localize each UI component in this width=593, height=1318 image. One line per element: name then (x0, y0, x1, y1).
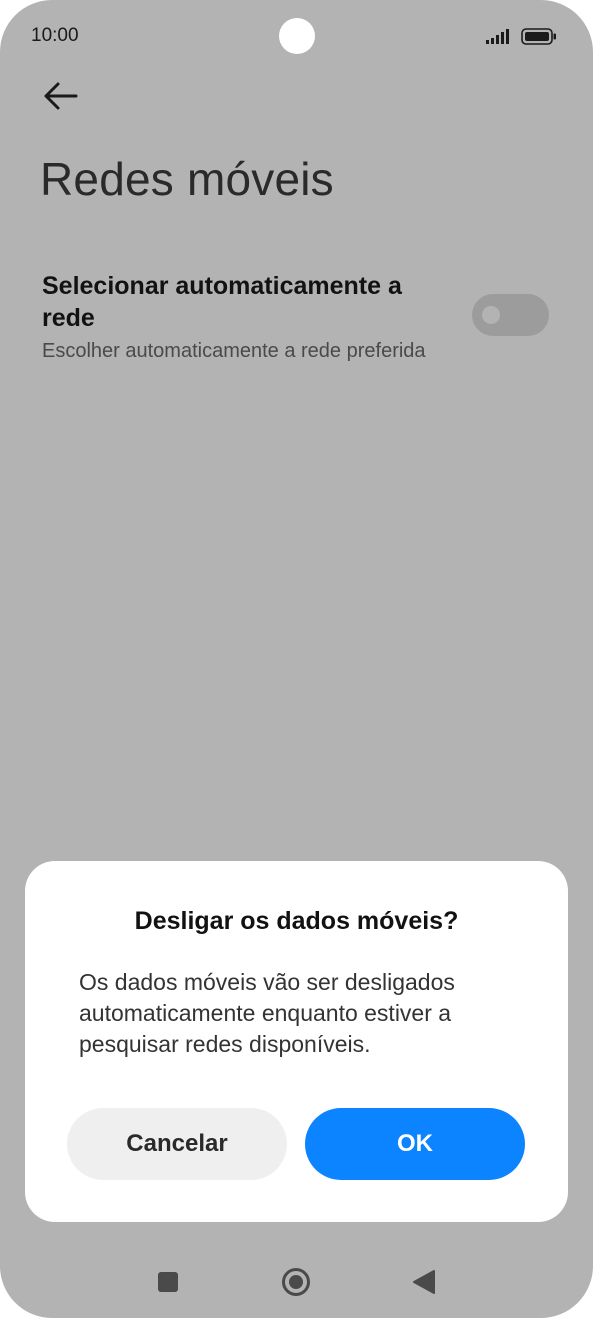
home-circle-icon[interactable] (281, 1267, 311, 1297)
page-title: Redes móveis (40, 153, 334, 205)
dialog-message: Os dados móveis vão ser desligados autom… (79, 969, 455, 1057)
camera-cutout (279, 18, 315, 54)
arrow-left-icon[interactable] (40, 78, 80, 114)
dialog-title: Desligar os dados móveis? (134, 907, 459, 935)
setting-auto-select-network[interactable]: Selecionar automaticamente a rede Escolh… (42, 270, 562, 370)
phone-screen: 10:00 Redes móveis Selecionar automatica… (0, 0, 593, 1318)
setting-subtitle: Escolher automaticamente a rede preferid… (42, 340, 426, 362)
setting-title: Selecionar automaticamente a rede (42, 272, 402, 332)
status-time: 10:00 (31, 25, 79, 46)
ok-button[interactable]: OK (305, 1108, 525, 1180)
auto-select-toggle[interactable] (472, 294, 549, 336)
cancel-button[interactable]: Cancelar (67, 1108, 287, 1180)
battery-icon (521, 28, 556, 45)
confirm-dialog: Desligar os dados móveis? Os dados móvei… (25, 861, 568, 1222)
recents-square-icon[interactable] (158, 1272, 178, 1292)
toggle-knob (482, 306, 500, 324)
signal-icon (486, 29, 509, 44)
back-triangle-icon[interactable] (412, 1269, 436, 1295)
